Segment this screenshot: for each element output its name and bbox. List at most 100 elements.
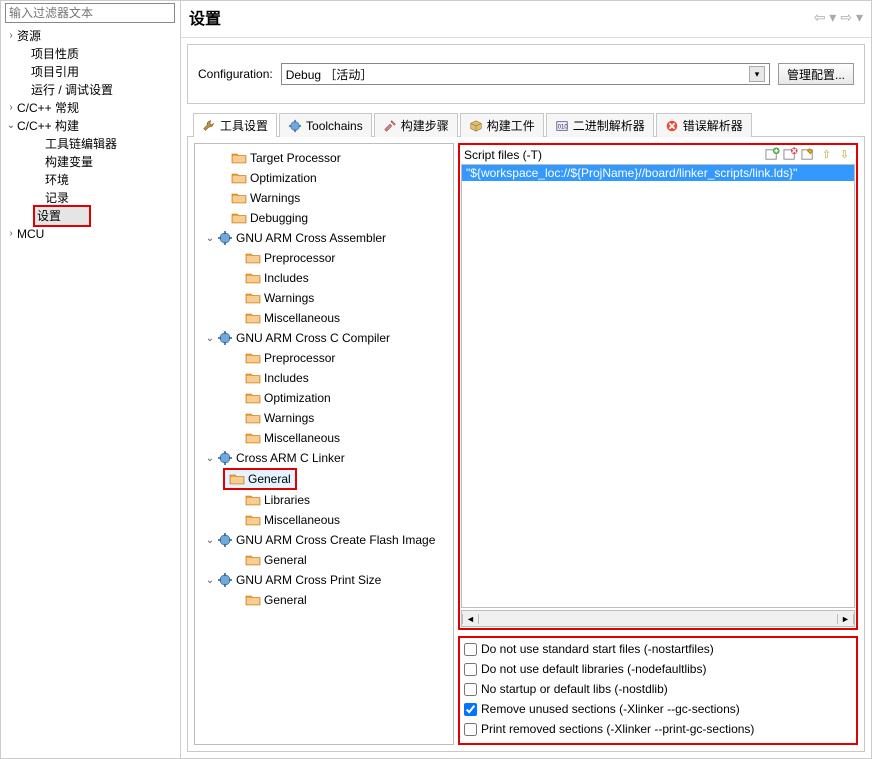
tree-item-project-refs[interactable]: 项目引用 (5, 63, 176, 81)
scroll-left-icon[interactable]: ◄ (462, 614, 479, 624)
tool-icon (217, 450, 233, 466)
tab-label: 错误解析器 (683, 117, 743, 134)
page-title: 设置 (189, 5, 221, 29)
tree-label: Debugging (250, 211, 308, 225)
checkbox[interactable] (464, 703, 477, 716)
tool-tree-item-linker-general[interactable]: General (223, 468, 297, 490)
config-select[interactable]: Debug ［活动］ ▾ (281, 63, 770, 85)
script-list[interactable]: "${workspace_loc://${ProjName}//board/li… (461, 164, 855, 608)
delete-icon[interactable] (783, 147, 798, 162)
tree-item-run-debug[interactable]: 运行 / 调试设置 (5, 81, 176, 99)
tree-item-build-vars[interactable]: 构建变量 (5, 153, 176, 171)
tool-tree-item[interactable]: Libraries (195, 490, 453, 510)
tree-label: C/C++ 常规 (17, 99, 79, 117)
tree-item-cpp-build[interactable]: ⌄C/C++ 构建 (5, 117, 176, 135)
box-icon (469, 119, 483, 133)
folder-icon (245, 310, 261, 326)
check-nodefaultlibs[interactable]: Do not use default libraries (-nodefault… (464, 659, 852, 679)
folder-icon (245, 250, 261, 266)
tool-tree-item[interactable]: General (195, 550, 453, 570)
tool-tree-item[interactable]: Target Processor (195, 148, 453, 168)
tree-label: GNU ARM Cross Print Size (236, 573, 381, 587)
checkbox[interactable] (464, 683, 477, 696)
tree-item-cpp-general[interactable]: ›C/C++ 常规 (5, 99, 176, 117)
tool-icon (217, 572, 233, 588)
tool-tree-item[interactable]: Preprocessor (195, 348, 453, 368)
move-up-icon[interactable]: ⇧ (819, 147, 834, 162)
list-item[interactable]: "${workspace_loc://${ProjName}//board/li… (462, 165, 854, 181)
tree-item-toolchain-editor[interactable]: 工具链编辑器 (5, 135, 176, 153)
tool-icon (217, 532, 233, 548)
config-label: Configuration: (198, 67, 273, 81)
tool-tree-item[interactable]: Warnings (195, 288, 453, 308)
tool-tree-item[interactable]: Preprocessor (195, 248, 453, 268)
tab-binary-parsers[interactable]: 二进制解析器 (546, 113, 654, 137)
tree-item-mcu[interactable]: ›MCU (5, 225, 176, 243)
tool-tree-item[interactable]: Warnings (195, 408, 453, 428)
check-gc-sections[interactable]: Remove unused sections (-Xlinker --gc-se… (464, 699, 852, 719)
horizontal-scrollbar[interactable]: ◄ ► (461, 610, 855, 627)
tool-tree-item-size[interactable]: ⌄GNU ARM Cross Print Size (195, 570, 453, 590)
move-down-icon[interactable]: ⇩ (837, 147, 852, 162)
tree-label: Libraries (264, 493, 310, 507)
tool-tree-item[interactable]: Miscellaneous (195, 510, 453, 530)
tree-label: General (264, 593, 307, 607)
tree-label: GNU ARM Cross Assembler (236, 231, 386, 245)
tab-toolchains[interactable]: Toolchains (279, 113, 372, 137)
scroll-right-icon[interactable]: ► (837, 614, 854, 624)
forward-icon[interactable]: ⇨ ▾ (840, 9, 863, 26)
add-icon[interactable] (765, 147, 780, 162)
header: 设置 ⇦ ▾ ⇨ ▾ (181, 1, 871, 38)
tool-tree-item[interactable]: Miscellaneous (195, 308, 453, 328)
linker-options: Do not use standard start files (-nostar… (458, 636, 858, 745)
tree-label-selected: General (248, 472, 291, 486)
tree-item-settings[interactable]: 设置 (5, 207, 176, 225)
tab-build-artifact[interactable]: 构建工件 (460, 113, 544, 137)
error-icon (665, 119, 679, 133)
manage-config-button[interactable]: 管理配置... (778, 63, 854, 85)
tree-item-resource[interactable]: ›资源 (5, 27, 176, 45)
tool-tree-item[interactable]: General (195, 590, 453, 610)
tool-tree-item[interactable]: Includes (195, 268, 453, 288)
tab-build-steps[interactable]: 构建步骤 (374, 113, 458, 137)
hammer-icon (383, 119, 397, 133)
tab-error-parsers[interactable]: 错误解析器 (656, 113, 752, 137)
tree-label: 工具链编辑器 (45, 135, 117, 153)
tool-tree-item-assembler[interactable]: ⌄GNU ARM Cross Assembler (195, 228, 453, 248)
folder-icon (245, 370, 261, 386)
tree-label: Warnings (264, 291, 314, 305)
settings-tree: ›资源 项目性质 项目引用 运行 / 调试设置 ›C/C++ 常规 ⌄C/C++… (1, 27, 180, 243)
tree-label: Cross ARM C Linker (236, 451, 345, 465)
tool-tree-item-linker[interactable]: ⌄Cross ARM C Linker (195, 448, 453, 468)
checkbox[interactable] (464, 663, 477, 676)
check-nostdlib[interactable]: No startup or default libs (-nostdlib) (464, 679, 852, 699)
edit-icon[interactable] (801, 147, 816, 162)
tree-label: C/C++ 构建 (17, 117, 79, 135)
tool-tree-item[interactable]: Warnings (195, 188, 453, 208)
folder-icon (245, 552, 261, 568)
tree-label: 运行 / 调试设置 (31, 81, 113, 99)
tool-tree: Target Processor Optimization Warnings D… (194, 143, 454, 745)
filter-input[interactable] (5, 3, 175, 23)
tree-item-project-nature[interactable]: 项目性质 (5, 45, 176, 63)
tab-tool-settings[interactable]: 工具设置 (193, 113, 277, 137)
tool-tree-item[interactable]: Optimization (195, 168, 453, 188)
tool-tree-item[interactable]: Includes (195, 368, 453, 388)
check-nostartfiles[interactable]: Do not use standard start files (-nostar… (464, 639, 852, 659)
tree-label: Optimization (250, 171, 317, 185)
tool-tree-item[interactable]: Optimization (195, 388, 453, 408)
tool-tree-item[interactable]: Miscellaneous (195, 428, 453, 448)
back-icon[interactable]: ⇦ ▾ (814, 9, 837, 26)
checkbox[interactable] (464, 643, 477, 656)
checkbox[interactable] (464, 723, 477, 736)
tool-tree-item-compiler[interactable]: ⌄GNU ARM Cross C Compiler (195, 328, 453, 348)
main-pane: 设置 ⇦ ▾ ⇨ ▾ Configuration: Debug ［活动］ ▾ 管… (181, 1, 871, 758)
nav-arrows: ⇦ ▾ ⇨ ▾ (814, 9, 863, 26)
tool-tree-item-flash[interactable]: ⌄GNU ARM Cross Create Flash Image (195, 530, 453, 550)
tree-item-env[interactable]: 环境 (5, 171, 176, 189)
tool-tree-item[interactable]: Debugging (195, 208, 453, 228)
script-files-title: Script files (-T) (464, 148, 542, 162)
check-print-gc-sections[interactable]: Print removed sections (-Xlinker --print… (464, 719, 852, 739)
tool-settings-panel: Target Processor Optimization Warnings D… (187, 137, 865, 752)
folder-icon (245, 430, 261, 446)
